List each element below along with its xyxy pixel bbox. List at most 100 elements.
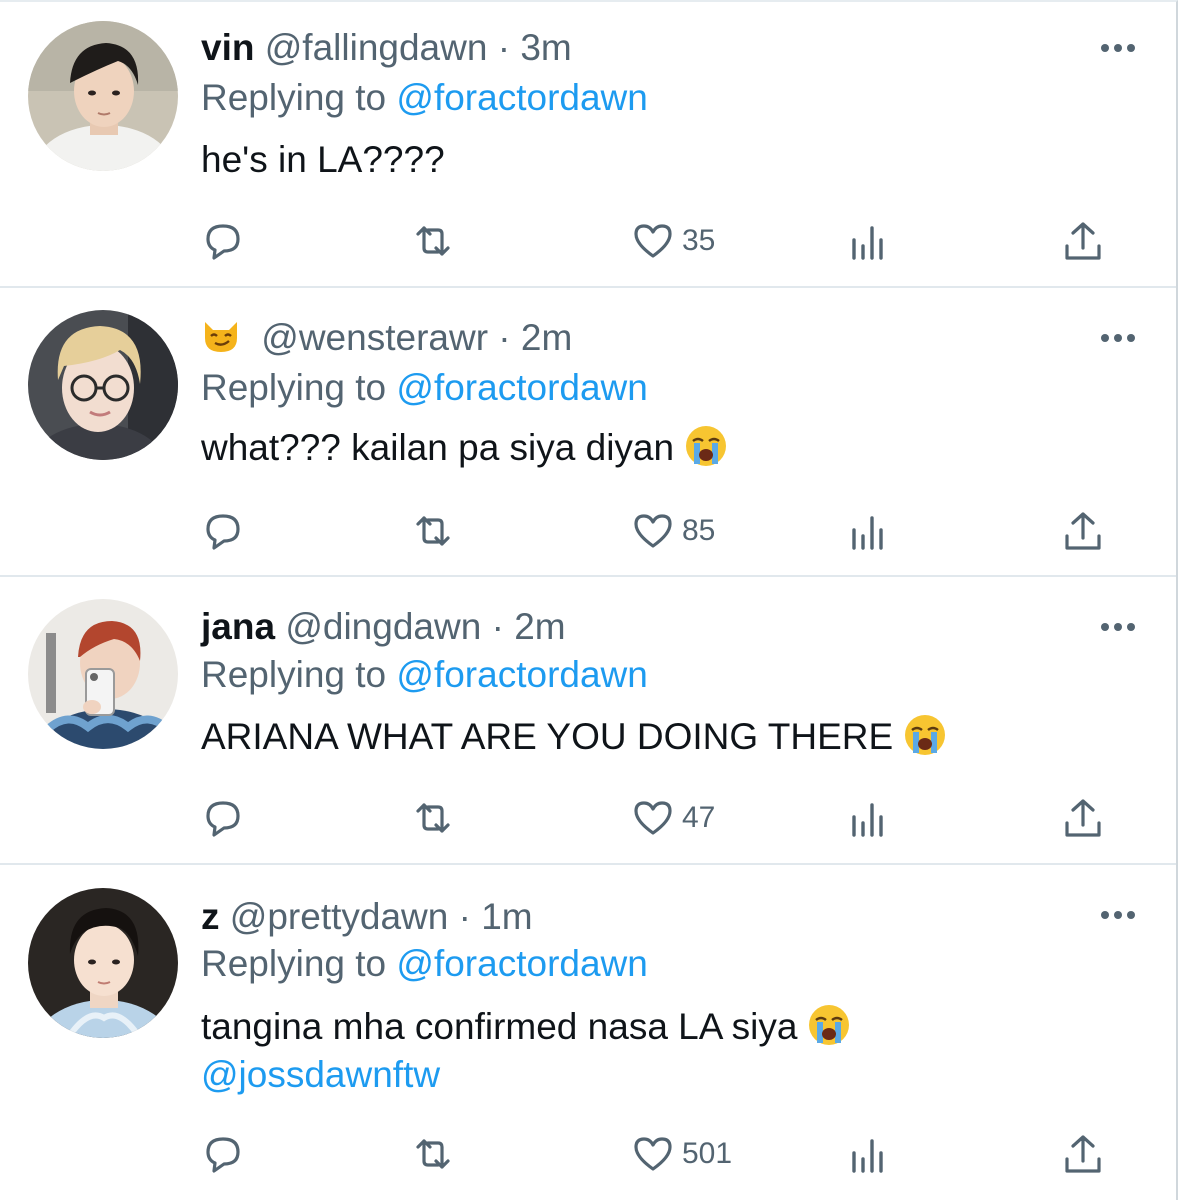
tweet-3[interactable]: jana @dingdawn · 2m Replying to @foracto…	[0, 577, 1176, 865]
views-button[interactable]	[845, 506, 891, 556]
replying-to-line: Replying to @foractordawn	[201, 653, 648, 697]
action-bar: 35	[200, 216, 1120, 266]
views-button[interactable]	[845, 793, 891, 843]
share-icon	[1065, 1135, 1101, 1173]
tweet-text-mention-line: @jossdawnftw	[201, 1051, 440, 1099]
retweet-icon	[416, 226, 450, 256]
like-button[interactable]: 501	[630, 1129, 732, 1179]
avatar[interactable]	[28, 21, 178, 171]
reply-button[interactable]	[200, 216, 246, 266]
timestamp[interactable]: 3m	[520, 27, 571, 68]
avatar[interactable]	[28, 888, 178, 1038]
user-handle[interactable]: @prettydawn	[230, 896, 449, 937]
heart-icon	[634, 224, 672, 258]
share-button[interactable]	[1060, 1129, 1106, 1179]
replying-to-mention[interactable]: @foractordawn	[396, 77, 647, 118]
loudly-crying-emoji	[686, 426, 727, 466]
separator-dot: ·	[491, 606, 504, 647]
like-count: 47	[682, 801, 716, 834]
mentioned-user[interactable]: @jossdawnftw	[201, 1054, 440, 1095]
retweet-icon	[416, 516, 450, 546]
timestamp[interactable]: 2m	[514, 606, 565, 647]
replying-to-label: Replying to	[201, 77, 387, 118]
replying-to-mention[interactable]: @foractordawn	[396, 654, 647, 695]
tweet-text-line: he's in LA????	[201, 139, 445, 180]
avatar[interactable]	[28, 310, 178, 460]
separator-dot: ·	[458, 896, 471, 937]
smirking-cat-emoji	[205, 322, 237, 352]
views-button[interactable]	[845, 216, 891, 266]
reply-button[interactable]	[200, 506, 246, 556]
more-dots-icon[interactable]	[1098, 328, 1138, 348]
tweet-header: jana @dingdawn · 2m	[201, 605, 566, 649]
display-name[interactable]: vin	[201, 27, 254, 68]
timestamp[interactable]: 2m	[521, 317, 572, 358]
replying-to-line: Replying to @foractordawn	[201, 942, 648, 986]
tweet-text: tangina mha confirmed nasa LA siya	[201, 1003, 851, 1051]
share-icon	[1065, 512, 1101, 550]
retweet-button[interactable]	[410, 793, 456, 843]
separator-dot: ·	[498, 317, 511, 358]
more-dots-icon[interactable]	[1098, 905, 1138, 925]
action-bar: 501	[200, 1129, 1120, 1179]
separator-dot: ·	[497, 27, 511, 68]
replying-to-label: Replying to	[201, 943, 387, 984]
loudly-crying-emoji	[905, 715, 946, 755]
replying-to-mention[interactable]: @foractordawn	[396, 367, 647, 408]
user-handle[interactable]: @dingdawn	[285, 606, 481, 647]
replying-to-line: Replying to @foractordawn	[201, 76, 648, 120]
retweet-button[interactable]	[410, 216, 456, 266]
reply-button[interactable]	[200, 1129, 246, 1179]
like-button[interactable]: 35	[630, 216, 715, 266]
tweet-2[interactable]: @wensterawr · 2m Replying to @foractorda…	[0, 288, 1176, 577]
tweet-header: @wensterawr · 2m	[201, 316, 572, 360]
like-button[interactable]: 85	[630, 506, 715, 556]
more-dots-icon[interactable]	[1098, 38, 1138, 58]
share-icon	[1065, 222, 1101, 260]
like-count: 85	[682, 514, 716, 547]
analytics-icon	[852, 803, 883, 837]
action-bar: 47	[200, 793, 1120, 843]
tweet-1[interactable]: vin @fallingdawn · 3m Replying to @forac…	[0, 2, 1176, 288]
heart-icon	[634, 1137, 672, 1171]
tweet-text-line: what??? kailan pa siya diyan	[201, 427, 675, 468]
analytics-icon	[852, 1139, 883, 1173]
retweet-button[interactable]	[410, 1129, 456, 1179]
analytics-icon	[852, 516, 883, 550]
analytics-icon	[852, 226, 883, 260]
reply-icon	[206, 514, 240, 550]
share-button[interactable]	[1060, 793, 1106, 843]
replying-to-label: Replying to	[201, 367, 387, 408]
views-button[interactable]	[845, 1129, 891, 1179]
replying-to-label: Replying to	[201, 654, 387, 695]
user-handle[interactable]: @fallingdawn	[265, 27, 488, 68]
more-dots-icon[interactable]	[1098, 617, 1138, 637]
retweet-button[interactable]	[410, 506, 456, 556]
tweet-header: z @prettydawn · 1m	[201, 895, 533, 939]
avatar[interactable]	[28, 599, 178, 749]
replying-to-mention[interactable]: @foractordawn	[396, 943, 647, 984]
share-icon	[1065, 799, 1101, 837]
replying-to-line: Replying to @foractordawn	[201, 366, 648, 410]
share-button[interactable]	[1060, 506, 1106, 556]
tweet-text-line: ARIANA WHAT ARE YOU DOING THERE	[201, 716, 894, 757]
like-button[interactable]: 47	[630, 793, 715, 843]
tweet-text: he's in LA????	[201, 136, 445, 184]
retweet-icon	[416, 803, 450, 833]
heart-icon	[634, 801, 672, 835]
share-button[interactable]	[1060, 216, 1106, 266]
like-count: 35	[682, 224, 716, 257]
tweet-text: what??? kailan pa siya diyan	[201, 424, 728, 472]
reply-button[interactable]	[200, 793, 246, 843]
display-name[interactable]: z	[201, 896, 220, 937]
tweet-text-line: tangina mha confirmed nasa LA siya	[201, 1006, 798, 1047]
like-count: 501	[682, 1137, 733, 1170]
timestamp[interactable]: 1m	[481, 896, 532, 937]
display-name[interactable]: jana	[201, 606, 275, 647]
reply-thread: vin @fallingdawn · 3m Replying to @forac…	[0, 0, 1178, 1200]
user-handle[interactable]: @wensterawr	[261, 317, 488, 358]
action-bar: 85	[200, 506, 1120, 556]
reply-icon	[206, 224, 240, 260]
tweet-4[interactable]: z @prettydawn · 1m Replying to @foractor…	[0, 865, 1176, 1200]
loudly-crying-emoji	[809, 1005, 850, 1045]
